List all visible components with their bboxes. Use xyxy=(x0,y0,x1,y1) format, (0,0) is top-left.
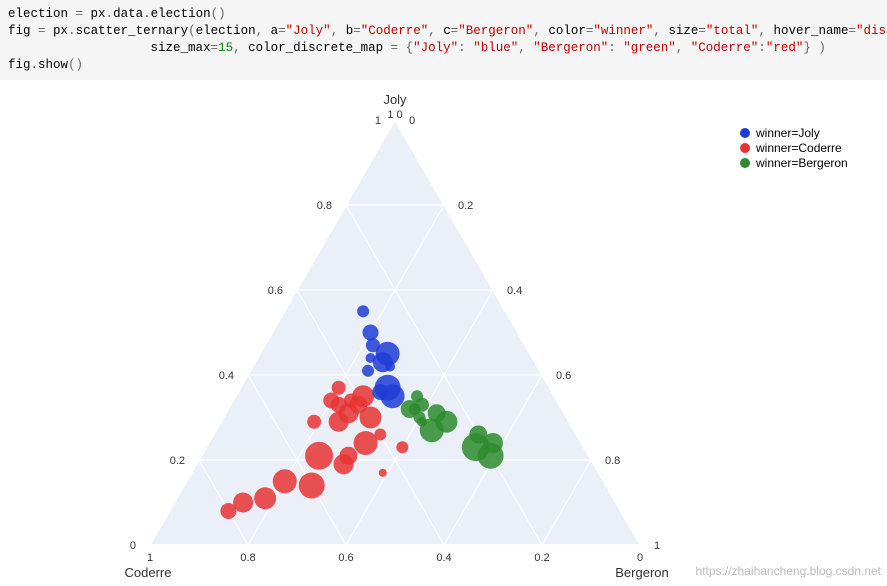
data-point[interactable] xyxy=(366,353,376,363)
svg-text:0.8: 0.8 xyxy=(317,200,332,212)
data-point[interactable] xyxy=(372,384,388,400)
svg-text:Bergeron: Bergeron xyxy=(615,565,668,580)
data-point[interactable] xyxy=(254,487,276,509)
svg-text:0: 0 xyxy=(637,552,643,564)
svg-text:1: 1 xyxy=(147,552,153,564)
data-point[interactable] xyxy=(338,403,358,423)
data-point[interactable] xyxy=(273,469,297,493)
data-point[interactable] xyxy=(363,325,379,341)
data-point[interactable] xyxy=(305,442,333,470)
legend: winner=Joly winner=Coderre winner=Berger… xyxy=(740,125,848,171)
svg-text:0: 0 xyxy=(130,540,136,552)
svg-text:0.6: 0.6 xyxy=(338,552,353,564)
data-point[interactable] xyxy=(357,305,369,317)
data-point[interactable] xyxy=(417,417,427,427)
code-block: election = px.data.election() fig = px.s… xyxy=(0,0,887,80)
legend-item-joly[interactable]: winner=Joly xyxy=(740,126,848,140)
data-point[interactable] xyxy=(428,404,446,422)
ternary-plot[interactable]: 00.20.40.60.8100.20.40.60.8110.80.60.40.… xyxy=(0,80,887,580)
data-point[interactable] xyxy=(411,390,423,402)
legend-item-bergeron[interactable]: winner=Bergeron xyxy=(740,156,848,170)
data-point[interactable] xyxy=(396,441,408,453)
svg-text:0.6: 0.6 xyxy=(268,285,283,297)
svg-text:0: 0 xyxy=(409,115,415,127)
legend-item-coderre[interactable]: winner=Coderre xyxy=(740,141,848,155)
data-point[interactable] xyxy=(220,503,236,519)
svg-text:Coderre: Coderre xyxy=(125,565,172,580)
data-point[interactable] xyxy=(385,362,395,372)
svg-text:1 0: 1 0 xyxy=(387,109,402,121)
data-point[interactable] xyxy=(483,433,503,453)
svg-text:0.4: 0.4 xyxy=(219,370,234,382)
svg-text:0.4: 0.4 xyxy=(507,285,522,297)
svg-text:0.8: 0.8 xyxy=(240,552,255,564)
svg-text:0.2: 0.2 xyxy=(458,200,473,212)
svg-text:0.2: 0.2 xyxy=(534,552,549,564)
data-point[interactable] xyxy=(362,365,374,377)
svg-text:0.4: 0.4 xyxy=(436,552,451,564)
svg-text:0.8: 0.8 xyxy=(605,455,620,467)
data-point[interactable] xyxy=(366,338,380,352)
svg-text:0.2: 0.2 xyxy=(170,455,185,467)
data-point[interactable] xyxy=(299,473,325,499)
data-point[interactable] xyxy=(339,447,357,465)
svg-text:Joly: Joly xyxy=(383,92,407,107)
data-point[interactable] xyxy=(354,431,378,455)
data-point[interactable] xyxy=(379,469,387,477)
data-point[interactable] xyxy=(332,381,346,395)
data-point[interactable] xyxy=(307,415,321,429)
svg-text:0.6: 0.6 xyxy=(556,370,571,382)
watermark: https://zhaihancheng.blog.csdn.net xyxy=(696,564,881,578)
svg-text:1: 1 xyxy=(654,540,660,552)
data-point[interactable] xyxy=(374,429,386,441)
svg-text:1: 1 xyxy=(375,115,381,127)
